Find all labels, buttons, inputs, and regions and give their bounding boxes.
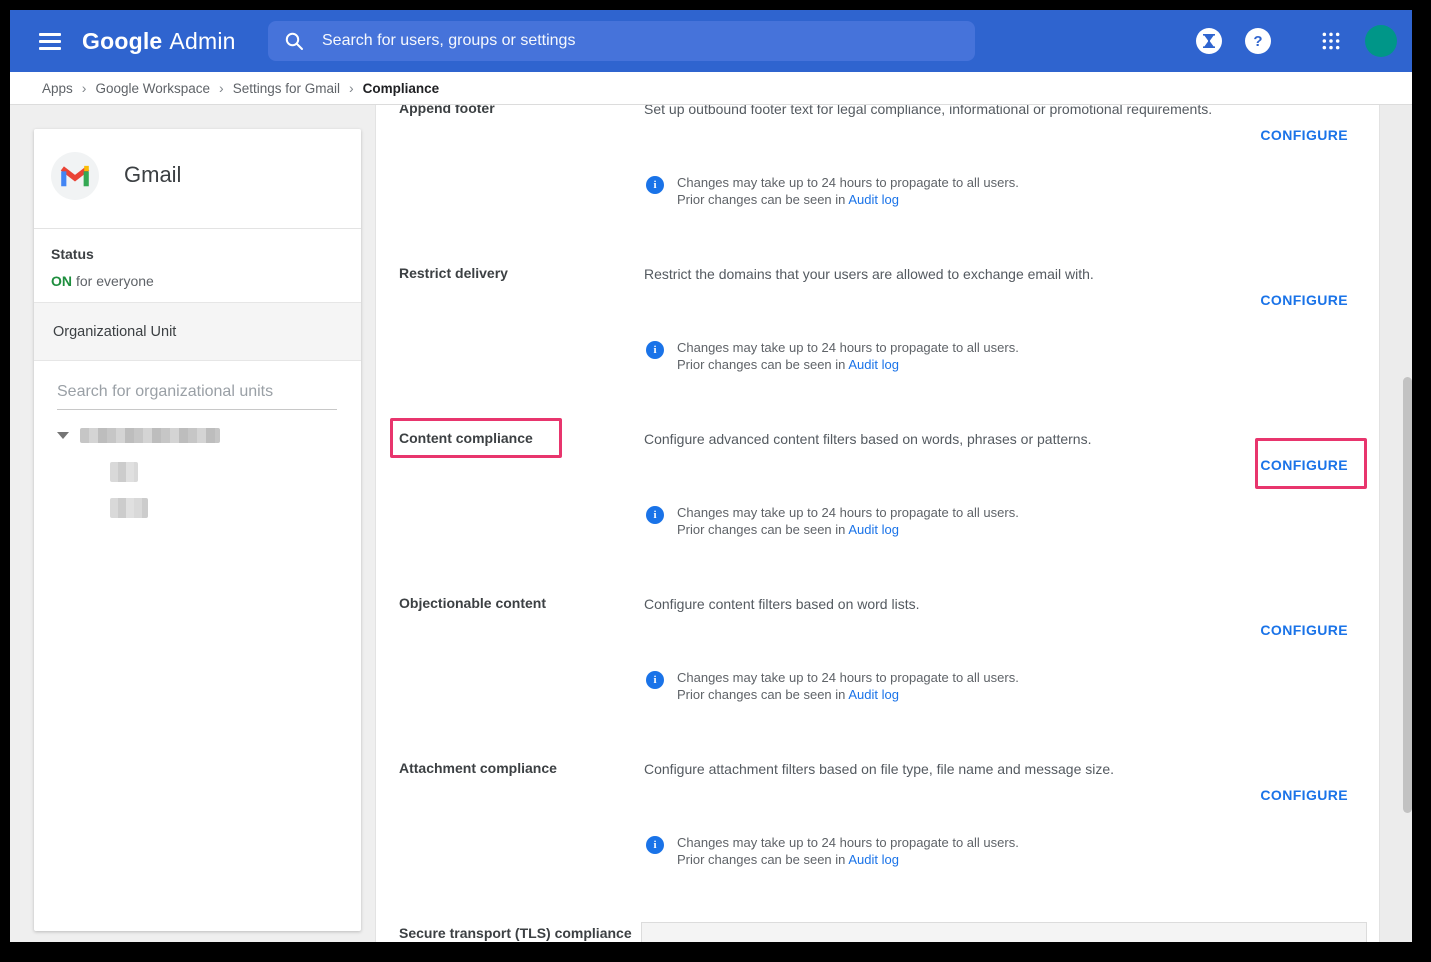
note-line-1: Changes may take up to 24 hours to propa… bbox=[677, 669, 1019, 686]
propagation-note: i Changes may take up to 24 hours to pro… bbox=[646, 174, 1019, 208]
breadcrumb-item-apps[interactable]: Apps bbox=[42, 81, 73, 96]
gmail-service-card: Gmail Status ONfor everyone Organization… bbox=[34, 129, 361, 931]
chevron-right-icon: › bbox=[82, 80, 87, 96]
status-value: ONfor everyone bbox=[51, 273, 154, 289]
row-description: Set up outbound footer text for legal co… bbox=[644, 105, 1264, 118]
configure-button[interactable]: CONFIGURE bbox=[1260, 622, 1348, 638]
breadcrumb-item-settings-for-gmail[interactable]: Settings for Gmail bbox=[233, 81, 340, 96]
row-title: Append footer bbox=[399, 105, 654, 117]
org-unit-child-redacted[interactable] bbox=[110, 462, 138, 482]
note-line-1: Changes may take up to 24 hours to propa… bbox=[677, 834, 1019, 851]
info-icon: i bbox=[646, 176, 664, 194]
audit-log-link[interactable]: Audit log bbox=[848, 357, 899, 372]
content-area: Gmail Status ONfor everyone Organization… bbox=[10, 105, 1412, 942]
propagation-note: i Changes may take up to 24 hours to pro… bbox=[646, 339, 1019, 373]
service-title: Gmail bbox=[124, 162, 181, 188]
search-input[interactable]: Search for users, groups or settings bbox=[268, 21, 975, 61]
logo-admin: Admin bbox=[169, 28, 235, 55]
row-description: Configure attachment filters based on fi… bbox=[644, 760, 1264, 778]
status-on-badge: ON bbox=[51, 273, 72, 289]
tasks-button[interactable] bbox=[1196, 28, 1222, 54]
help-button[interactable]: ? bbox=[1245, 28, 1271, 54]
org-unit-child-redacted[interactable] bbox=[110, 498, 148, 518]
row-description: Configure content filters based on word … bbox=[644, 595, 1264, 613]
apps-grid-button[interactable] bbox=[1318, 28, 1344, 54]
row-title: Secure transport (TLS) compliance bbox=[399, 925, 659, 942]
setting-row-attachment-compliance: Attachment compliance Configure attachme… bbox=[376, 760, 1379, 925]
setting-row-append-footer: Append footer Set up outbound footer tex… bbox=[376, 105, 1379, 265]
breadcrumb: Apps › Google Workspace › Settings for G… bbox=[10, 72, 1412, 105]
hamburger-menu-button[interactable] bbox=[36, 27, 64, 55]
configure-button[interactable]: CONFIGURE bbox=[1260, 457, 1348, 473]
row-title: Attachment compliance bbox=[399, 760, 654, 777]
row-title: Restrict delivery bbox=[399, 265, 654, 282]
setting-row-tls-compliance: Secure transport (TLS) compliance bbox=[376, 925, 1379, 942]
account-avatar[interactable] bbox=[1365, 25, 1397, 57]
search-placeholder: Search for users, groups or settings bbox=[322, 32, 575, 50]
info-icon: i bbox=[646, 671, 664, 689]
hourglass-icon bbox=[1203, 34, 1215, 48]
question-icon: ? bbox=[1253, 33, 1262, 50]
propagation-note: i Changes may take up to 24 hours to pro… bbox=[646, 834, 1019, 868]
card-header: Gmail bbox=[34, 129, 361, 229]
org-unit-search-input[interactable]: Search for organizational units bbox=[57, 383, 337, 410]
audit-log-link[interactable]: Audit log bbox=[848, 192, 899, 207]
setting-row-objectionable-content: Objectionable content Configure content … bbox=[376, 595, 1379, 760]
note-line-1: Changes may take up to 24 hours to propa… bbox=[677, 504, 1019, 521]
note-line-2: Prior changes can be seen inAudit log bbox=[677, 356, 1019, 373]
setting-row-content-compliance: Content compliance Configure advanced co… bbox=[376, 430, 1379, 595]
org-unit-label: Organizational Unit bbox=[53, 324, 176, 340]
audit-log-link[interactable]: Audit log bbox=[848, 852, 899, 867]
row-description: Configure advanced content filters based… bbox=[644, 430, 1264, 448]
gmail-logo-icon bbox=[51, 152, 99, 200]
propagation-note: i Changes may take up to 24 hours to pro… bbox=[646, 669, 1019, 703]
info-icon: i bbox=[646, 506, 664, 524]
admin-console-window: Google Admin Search for users, groups or… bbox=[10, 10, 1412, 942]
configure-button[interactable]: CONFIGURE bbox=[1260, 787, 1348, 803]
note-line-2: Prior changes can be seen inAudit log bbox=[677, 521, 1019, 538]
row-title: Content compliance bbox=[399, 430, 654, 447]
compliance-settings-panel: Append footer Set up outbound footer tex… bbox=[375, 105, 1379, 942]
note-line-2: Prior changes can be seen inAudit log bbox=[677, 686, 1019, 703]
configure-button[interactable]: CONFIGURE bbox=[1260, 292, 1348, 308]
apps-grid-icon bbox=[1321, 31, 1341, 51]
logo-google: Google bbox=[82, 28, 162, 55]
scrollbar-track[interactable] bbox=[1379, 105, 1412, 942]
row-title: Objectionable content bbox=[399, 595, 654, 612]
audit-log-link[interactable]: Audit log bbox=[848, 687, 899, 702]
chevron-right-icon: › bbox=[349, 80, 354, 96]
info-icon: i bbox=[646, 836, 664, 854]
note-line-2: Prior changes can be seen inAudit log bbox=[677, 191, 1019, 208]
status-label: Status bbox=[51, 246, 94, 262]
breadcrumb-current-compliance: Compliance bbox=[363, 81, 440, 96]
audit-log-link[interactable]: Audit log bbox=[848, 522, 899, 537]
propagation-note: i Changes may take up to 24 hours to pro… bbox=[646, 504, 1019, 538]
row-description: Restrict the domains that your users are… bbox=[644, 265, 1264, 283]
chevron-down-icon[interactable] bbox=[57, 432, 69, 439]
configure-button[interactable]: CONFIGURE bbox=[1260, 127, 1348, 143]
topbar: Google Admin Search for users, groups or… bbox=[10, 10, 1412, 72]
note-line-1: Changes may take up to 24 hours to propa… bbox=[677, 174, 1019, 191]
info-icon: i bbox=[646, 341, 664, 359]
search-icon bbox=[284, 31, 304, 51]
setting-row-restrict-delivery: Restrict delivery Restrict the domains t… bbox=[376, 265, 1379, 430]
org-unit-section-header: Organizational Unit bbox=[34, 302, 361, 361]
chevron-right-icon: › bbox=[219, 80, 224, 96]
note-line-1: Changes may take up to 24 hours to propa… bbox=[677, 339, 1019, 356]
scrollbar-thumb[interactable] bbox=[1403, 377, 1412, 813]
tls-setting-panel bbox=[641, 922, 1367, 942]
org-unit-root-redacted[interactable] bbox=[80, 428, 220, 443]
hamburger-icon bbox=[39, 33, 61, 36]
google-admin-logo: Google Admin bbox=[82, 10, 236, 72]
note-line-2: Prior changes can be seen inAudit log bbox=[677, 851, 1019, 868]
breadcrumb-item-google-workspace[interactable]: Google Workspace bbox=[95, 81, 210, 96]
